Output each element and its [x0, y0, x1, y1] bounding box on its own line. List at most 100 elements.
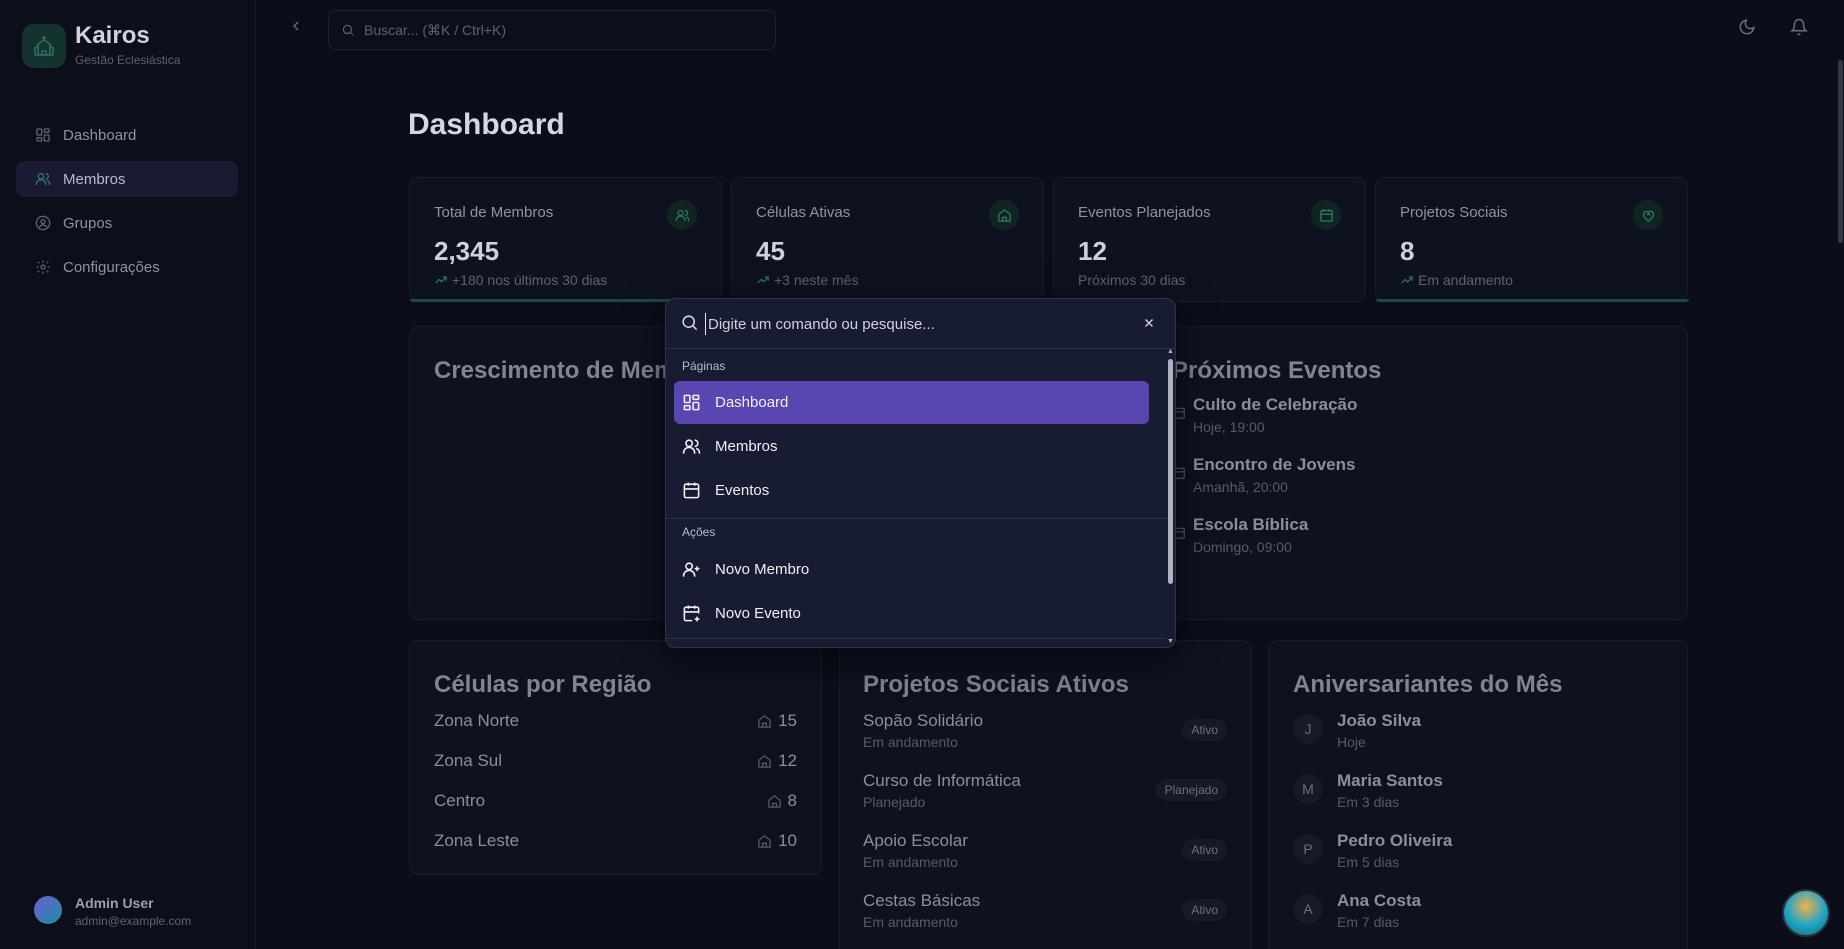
search-icon — [341, 23, 355, 37]
command-label: Dashboard — [715, 394, 789, 411]
status-badge: Ativo — [1182, 719, 1227, 741]
moon-icon[interactable] — [1738, 18, 1756, 36]
users-icon — [682, 437, 701, 456]
stat-card-projects: Projetos Sociais 8 Em andamento — [1375, 177, 1689, 302]
heart-handshake-icon — [1633, 200, 1663, 230]
page-title: Dashboard — [408, 108, 565, 141]
region-name: Zona Sul — [434, 751, 503, 770]
command-label: Novo Membro — [715, 561, 810, 578]
sidebar-item-membros[interactable]: Membros — [16, 161, 238, 197]
church-logo-icon — [22, 24, 66, 68]
divider — [666, 638, 1166, 639]
project-name: Sopão Solidário — [863, 711, 984, 730]
region-count: 10 — [757, 831, 797, 851]
birthdays-card: Aniversariantes do Mês J João Silva Hoje… — [1268, 640, 1688, 949]
avatar: J — [1293, 714, 1323, 744]
user-circle-icon — [35, 215, 51, 231]
users-icon — [667, 200, 697, 230]
region-count: 12 — [757, 751, 797, 771]
stat-value: 45 — [756, 236, 785, 266]
event-time: Domingo, 09:00 — [1193, 539, 1292, 555]
sidebar-item-label: Configurações — [63, 258, 160, 276]
user-name: Admin User — [75, 895, 154, 911]
page-scrollbar-thumb[interactable] — [1838, 60, 1843, 243]
stat-card-events: Eventos Planejados 12 Próximos 30 dias — [1053, 177, 1366, 302]
section-title: Próximos Eventos — [1172, 357, 1382, 384]
region-count-value: 8 — [787, 791, 797, 810]
event-name: Culto de Celebração — [1193, 395, 1358, 414]
sidebar-item-configuracoes[interactable]: Configurações — [16, 249, 238, 285]
chevron-left-icon[interactable] — [288, 18, 304, 34]
command-item-membros[interactable]: Membros — [674, 425, 1149, 468]
stat-subtitle-text: Em andamento — [1418, 272, 1513, 288]
layout-grid-icon — [682, 393, 701, 412]
project-name: Apoio Escolar — [863, 831, 968, 850]
calendar-icon — [682, 481, 701, 500]
scroll-up-arrow-icon[interactable]: ▲ — [1167, 348, 1174, 355]
command-item-eventos[interactable]: Eventos — [674, 469, 1149, 512]
sidebar-item-dashboard[interactable]: Dashboard — [16, 117, 238, 153]
user-email: admin@example.com — [75, 914, 192, 928]
stat-title: Projetos Sociais — [1400, 204, 1508, 221]
person-name: Ana Costa — [1337, 891, 1422, 910]
birthday-when: Em 7 dias — [1337, 914, 1400, 930]
calendar-plus-icon — [682, 604, 701, 623]
birthday-when: Hoje — [1337, 734, 1366, 750]
command-label: Eventos — [715, 482, 770, 499]
region-count: 15 — [757, 711, 797, 731]
brand-name: Kairos — [75, 22, 150, 49]
home-icon — [757, 834, 772, 849]
brand-subtitle: Gestão Eclesiástica — [75, 53, 181, 67]
stat-subtitle: +3 neste mês — [756, 272, 858, 288]
person-name: Pedro Oliveira — [1337, 831, 1453, 850]
section-title: Aniversariantes do Mês — [1293, 671, 1563, 698]
command-item-novo-evento[interactable]: Novo Evento — [674, 592, 1149, 635]
sidebar-item-label: Grupos — [63, 214, 113, 232]
stat-value: 8 — [1400, 236, 1415, 266]
avatar: A — [1293, 894, 1323, 924]
trending-up-icon — [1400, 273, 1414, 287]
status-badge: Planejado — [1155, 779, 1227, 801]
project-status: Em andamento — [863, 854, 958, 870]
floating-assistant-button[interactable] — [1782, 889, 1830, 937]
scroll-down-arrow-icon[interactable]: ▼ — [1167, 638, 1174, 645]
stat-title: Total de Membros — [434, 204, 554, 221]
stat-subtitle: Próximos 30 dias — [1078, 272, 1186, 288]
sidebar-item-label: Membros — [63, 170, 126, 188]
sidebar-item-label: Dashboard — [63, 126, 137, 144]
region-count-value: 10 — [778, 831, 797, 850]
stat-subtitle: +180 nos últimos 30 dias — [434, 272, 607, 288]
avatar: P — [1293, 834, 1323, 864]
region-name: Centro — [434, 791, 486, 810]
trending-up-icon — [756, 273, 770, 287]
project-status: Em andamento — [863, 914, 958, 930]
home-icon — [757, 754, 772, 769]
command-item-dashboard[interactable]: Dashboard — [674, 381, 1149, 424]
status-badge: Ativo — [1182, 899, 1227, 921]
stat-title: Células Ativas — [756, 204, 851, 221]
status-badge: Ativo — [1182, 839, 1227, 861]
bell-icon[interactable] — [1790, 18, 1808, 36]
stat-subtitle: Em andamento — [1400, 272, 1513, 288]
region-count-value: 12 — [778, 751, 797, 770]
command-input[interactable] — [705, 313, 1105, 335]
home-icon — [989, 200, 1019, 230]
event-time: Amanhã, 20:00 — [1193, 479, 1288, 495]
region-name: Zona Leste — [434, 831, 520, 850]
group-label-pages: Páginas — [682, 359, 726, 373]
stat-value: 2,345 — [434, 236, 500, 266]
search-icon — [680, 313, 699, 332]
sidebar-item-grupos[interactable]: Grupos — [16, 205, 238, 241]
global-search-input[interactable]: Buscar... (⌘K / Ctrl+K) — [328, 10, 776, 50]
stat-subtitle-text: +180 nos últimos 30 dias — [452, 272, 608, 288]
command-item-novo-membro[interactable]: Novo Membro — [674, 548, 1149, 591]
person-name: Maria Santos — [1337, 771, 1443, 790]
stat-card-cells: Células Ativas 45 +3 neste mês — [731, 177, 1044, 302]
avatar[interactable] — [34, 896, 62, 924]
projects-card: Projetos Sociais Ativos Sopão Solidário … — [839, 640, 1252, 949]
close-icon[interactable] — [1142, 316, 1156, 330]
event-name: Encontro de Jovens — [1193, 455, 1356, 474]
stat-progress-bar — [1376, 299, 1689, 302]
project-name: Cestas Básicas — [863, 891, 981, 910]
palette-scrollbar-thumb[interactable] — [1168, 359, 1173, 584]
